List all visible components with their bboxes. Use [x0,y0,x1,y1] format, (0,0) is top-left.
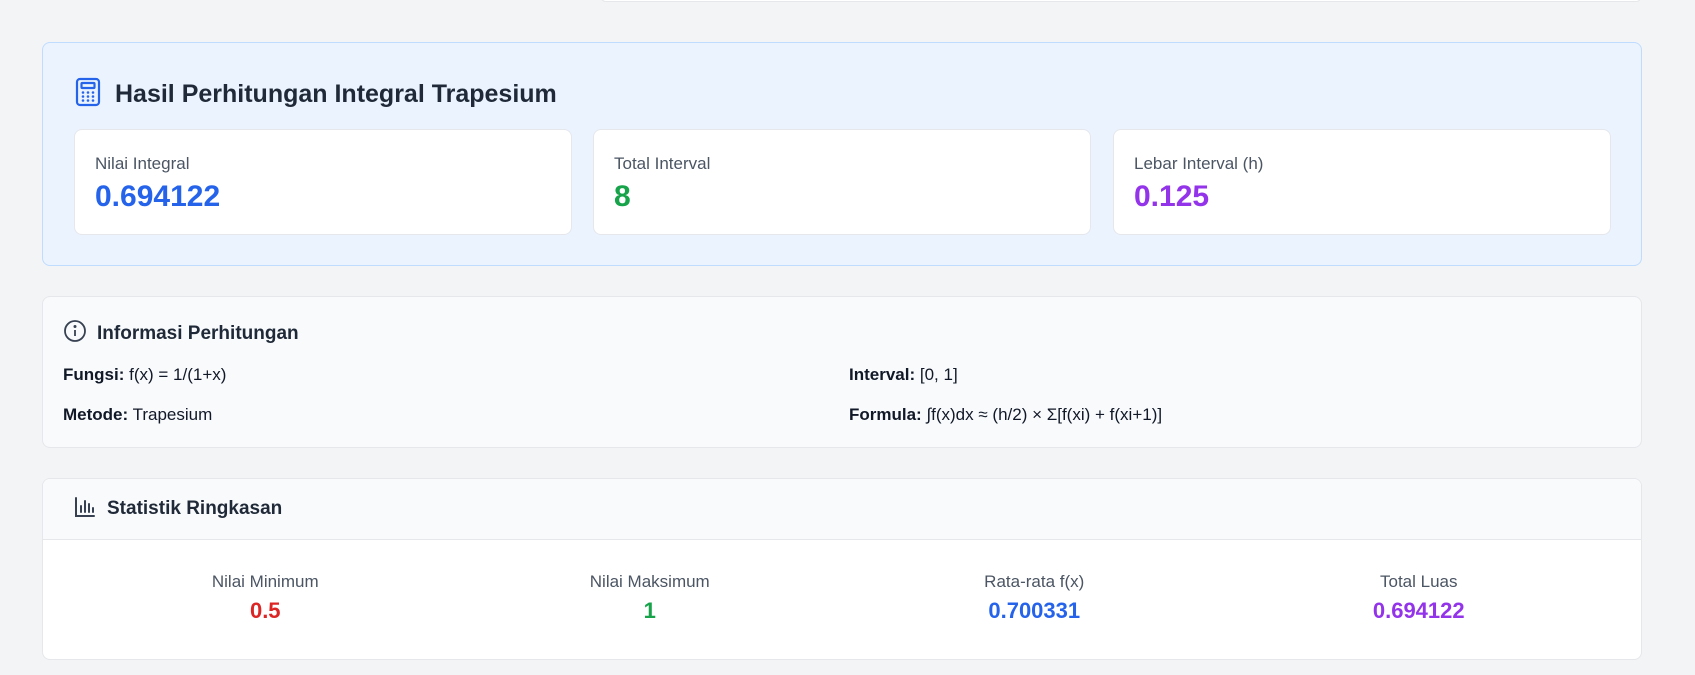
info-formula-label: Formula: [849,405,922,424]
summary-value: 0.700331 [988,598,1081,623]
summary-title: Statistik Ringkasan [107,498,283,519]
stat-label: Nilai Integral [95,154,190,173]
summary-header: Statistik Ringkasan [43,479,1641,540]
summary-panel: Statistik Ringkasan Nilai Minimum 0.5 Ni… [42,478,1642,660]
result-panel: Hasil Perhitungan Integral Trapesium Nil… [42,42,1642,266]
total-interval-card: Total Interval 8 [593,129,1091,235]
stat-value: 0.694122 [95,180,221,213]
summary-total-area: Total Luas 0.694122 [1227,572,1612,624]
info-metode-label: Metode: [63,405,129,424]
bar-chart-icon [73,495,97,524]
stat-label: Lebar Interval (h) [1134,154,1264,173]
stat-value: 8 [614,180,631,213]
info-fungsi-value: f(x) = 1/(1+x) [129,365,227,384]
result-header: Hasil Perhitungan Integral Trapesium [75,77,557,112]
stat-label: Total Interval [614,154,711,173]
integral-value-card: Nilai Integral 0.694122 [74,129,572,235]
info-icon [63,319,87,348]
info-title: Informasi Perhitungan [97,322,299,344]
info-metode: Metode: Trapesium [63,405,212,425]
summary-max: Nilai Maksimum 1 [458,572,843,624]
summary-value: 0.694122 [1372,598,1465,623]
summary-stats: Nilai Minimum 0.5 Nilai Maksimum 1 Rata-… [43,540,1641,624]
summary-label: Rata-rata f(x) [984,572,1085,591]
previous-card [600,0,1642,2]
info-header: Informasi Perhitungan [63,319,299,348]
summary-average: Rata-rata f(x) 0.700331 [842,572,1227,624]
info-interval-label: Interval: [849,365,916,384]
info-interval: Interval: [0, 1] [849,365,958,385]
info-metode-value: Trapesium [132,405,213,424]
summary-label: Nilai Maksimum [589,572,710,591]
result-title: Hasil Perhitungan Integral Trapesium [115,80,557,108]
stat-value: 0.125 [1134,180,1210,213]
calculator-icon [75,77,101,112]
interval-width-card: Lebar Interval (h) 0.125 [1113,129,1611,235]
info-fungsi: Fungsi: f(x) = 1/(1+x) [63,365,226,385]
summary-value: 0.5 [249,598,281,623]
info-formula: Formula: ∫f(x)dx ≈ (h/2) × Σ[f(xi) + f(x… [849,405,1162,425]
info-panel: Informasi Perhitungan Fungsi: f(x) = 1/(… [42,296,1642,448]
info-fungsi-label: Fungsi: [63,365,125,384]
summary-value: 1 [643,598,656,623]
info-formula-value: ∫f(x)dx ≈ (h/2) × Σ[f(xi) + f(xi+1)] [926,405,1163,424]
summary-label: Total Luas [1380,572,1458,591]
summary-min: Nilai Minimum 0.5 [73,572,458,624]
summary-label: Nilai Minimum [211,572,319,591]
info-interval-value: [0, 1] [919,365,958,384]
